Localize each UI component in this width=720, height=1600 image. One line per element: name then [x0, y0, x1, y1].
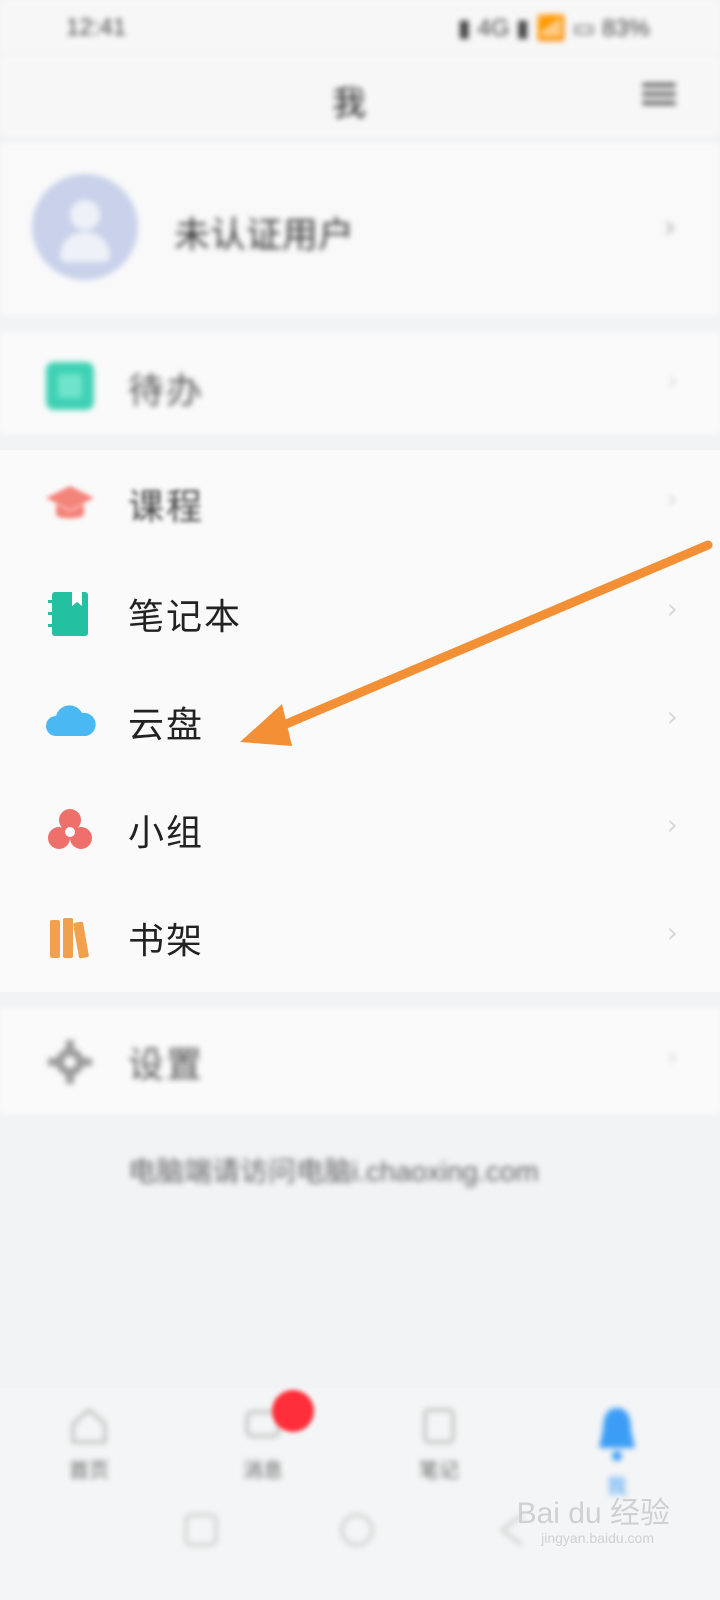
annotation-arrow — [240, 540, 713, 746]
